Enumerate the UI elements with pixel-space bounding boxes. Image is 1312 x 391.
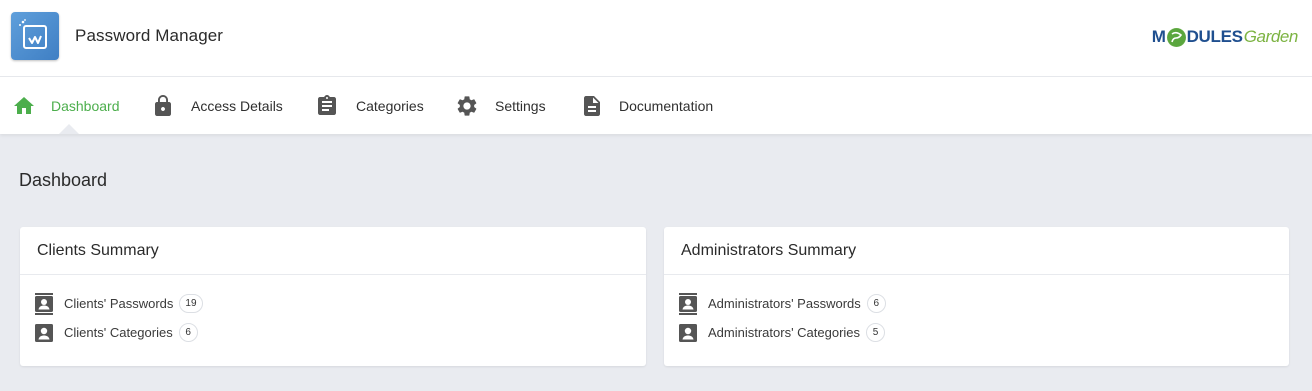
nav-item-settings[interactable]: Settings <box>455 77 546 134</box>
document-icon <box>580 94 604 118</box>
clipboard-icon <box>315 94 339 118</box>
nav-label-settings: Settings <box>495 97 546 114</box>
count-badge: 19 <box>179 294 203 313</box>
count-badge: 5 <box>866 323 886 342</box>
clients-categories-label: Clients' Categories <box>64 325 173 340</box>
list-item: Administrators' Passwords 6 <box>678 289 1289 318</box>
nav-label-access-details: Access Details <box>191 97 283 114</box>
account-box-icon <box>678 322 698 344</box>
nav-item-categories[interactable]: Categories <box>315 77 424 134</box>
brand-text-dules: DULES <box>1186 27 1243 46</box>
card-title: Clients Summary <box>37 241 159 259</box>
nav-label-dashboard: Dashboard <box>51 97 120 114</box>
app-title: Password Manager <box>75 26 224 45</box>
nav-label-categories: Categories <box>356 97 424 114</box>
card-title: Administrators Summary <box>681 241 857 259</box>
page-title: Dashboard <box>19 170 108 190</box>
clients-summary-card: Clients Summary Clients' Passwords 19 Cl… <box>20 227 646 366</box>
contacts-book-icon <box>678 292 698 315</box>
card-header: Clients Summary <box>20 227 646 275</box>
administrators-passwords-label: Administrators' Passwords <box>708 296 861 311</box>
modulesgarden-logo[interactable]: M DULES Garden <box>1152 25 1298 49</box>
list-item: Clients' Passwords 19 <box>34 289 646 318</box>
contacts-book-icon <box>34 292 54 315</box>
brand-text-garden: Garden <box>1243 27 1299 46</box>
card-body: Clients' Passwords 19 Clients' Categorie… <box>20 275 646 347</box>
brand-globe-icon <box>1166 27 1186 47</box>
list-item: Clients' Categories 6 <box>34 318 646 347</box>
administrators-categories-label: Administrators' Categories <box>708 325 861 340</box>
gear-icon <box>455 94 479 118</box>
card-body: Administrators' Passwords 6 Administrato… <box>664 275 1289 347</box>
lock-icon <box>151 94 175 118</box>
account-box-icon <box>34 322 54 344</box>
count-badge: 6 <box>178 323 198 342</box>
nav-label-documentation: Documentation <box>619 97 714 114</box>
count-badge: 6 <box>866 294 886 313</box>
app-header: Password Manager M DULES Garden <box>0 0 1312 77</box>
app-logo-icon[interactable] <box>11 12 59 60</box>
brand-text-m: M <box>1151 27 1166 46</box>
list-item: Administrators' Categories 5 <box>678 318 1289 347</box>
card-header: Administrators Summary <box>664 227 1289 275</box>
home-icon <box>12 94 36 118</box>
active-tab-pointer <box>59 124 79 134</box>
nav-item-documentation[interactable]: Documentation <box>580 77 713 134</box>
main-navigation: Dashboard Access Details Categories Sett… <box>0 77 1312 134</box>
clients-passwords-label: Clients' Passwords <box>64 296 174 311</box>
administrators-summary-card: Administrators Summary Administrators' P… <box>664 227 1289 366</box>
nav-item-access-details[interactable]: Access Details <box>151 77 283 134</box>
